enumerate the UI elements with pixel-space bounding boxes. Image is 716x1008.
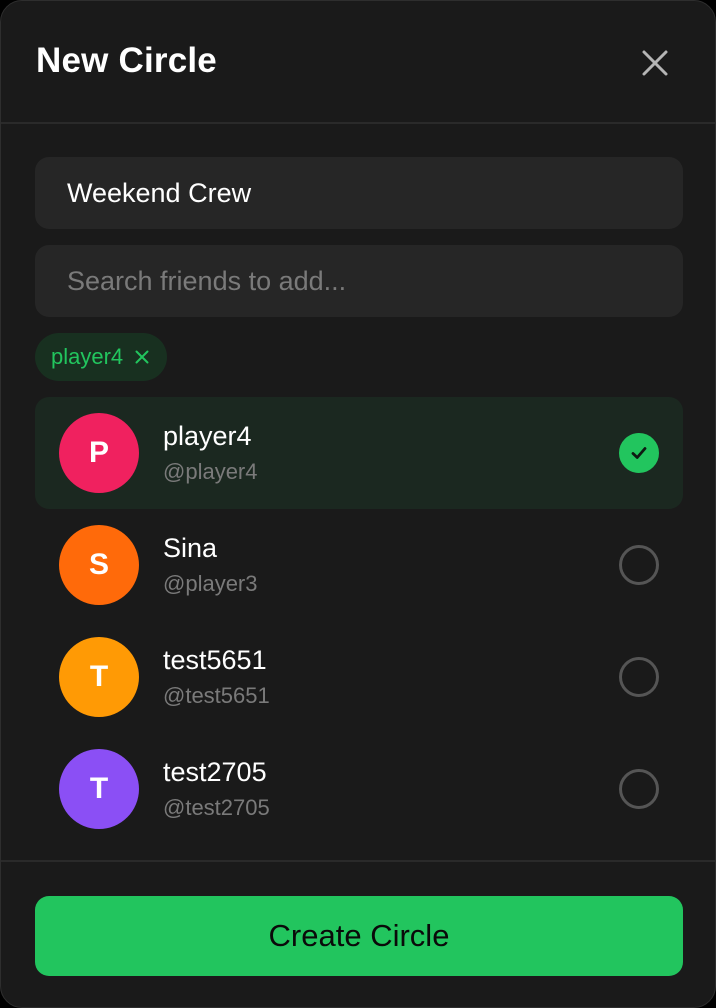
avatar-initial: T xyxy=(89,772,109,805)
chip-label: player4 xyxy=(51,344,124,369)
avatar: S xyxy=(59,525,139,605)
close-icon xyxy=(642,50,668,76)
friend-name: Sina xyxy=(163,533,218,563)
friend-handle: @player4 xyxy=(163,459,258,484)
modal-title: New Circle xyxy=(36,41,217,80)
friend-handle: @test5651 xyxy=(163,683,270,708)
check-icon xyxy=(631,447,647,459)
chip-remove-button[interactable] xyxy=(135,350,149,364)
avatar: T xyxy=(59,637,139,717)
select-checkbox[interactable] xyxy=(619,433,659,473)
friend-name: player4 xyxy=(163,421,252,451)
avatar: T xyxy=(59,749,139,829)
friend-handle: @player3 xyxy=(163,571,258,596)
select-checkbox[interactable] xyxy=(619,769,659,809)
avatar-initial: T xyxy=(89,660,109,693)
selected-friend-chip: player4 xyxy=(35,333,168,381)
friend-name: test2705 xyxy=(163,757,267,787)
friend-row[interactable]: P player4 @player4 xyxy=(35,397,683,509)
friend-name: test5651 xyxy=(163,645,267,675)
modal-header: New Circle xyxy=(1,1,715,124)
avatar-initial: S xyxy=(88,548,109,581)
avatar: P xyxy=(59,413,139,493)
search-friends-input[interactable] xyxy=(35,245,683,317)
friends-list: P player4 @player4 S Sina @player3 T tes… xyxy=(35,397,683,845)
avatar-initial: P xyxy=(88,436,109,469)
new-circle-modal: New Circle player4 P player4 @player4 xyxy=(0,0,716,1008)
close-icon xyxy=(135,350,149,364)
friend-row[interactable]: T test2705 @test2705 xyxy=(35,733,683,845)
friend-row[interactable]: S Sina @player3 xyxy=(35,509,683,621)
create-circle-button[interactable]: Create Circle xyxy=(35,896,683,976)
close-button[interactable] xyxy=(633,41,677,85)
modal-footer: Create Circle xyxy=(1,860,715,1007)
circle-name-input[interactable] xyxy=(35,157,683,229)
select-checkbox[interactable] xyxy=(619,657,659,697)
friend-handle: @test2705 xyxy=(163,795,270,820)
friend-row[interactable]: T test5651 @test5651 xyxy=(35,621,683,733)
select-checkbox[interactable] xyxy=(619,545,659,585)
